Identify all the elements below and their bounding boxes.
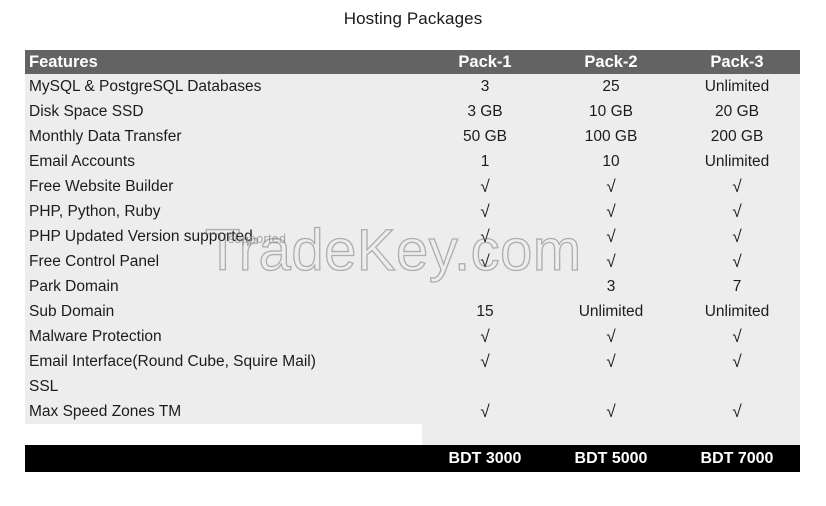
table-body: MySQL & PostgreSQL Databases 3 25 Unlimited… — [25, 74, 800, 445]
price-row: BDT 3000 BDT 5000 BDT 7000 — [25, 445, 800, 472]
feature-cell: Max Speed Zones TM — [25, 399, 422, 424]
value-cell-pack-2: √ — [548, 174, 674, 199]
value-cell-pack-1 — [422, 274, 548, 299]
value-cell-pack-3: Unlimited — [674, 74, 800, 99]
value-cell-pack-1: √ — [422, 199, 548, 224]
value-cell-pack-1: √ — [422, 249, 548, 274]
spacer-cell-pack-1 — [422, 424, 548, 445]
value-cell-pack-1: 3 GB — [422, 99, 548, 124]
value-cell-pack-3: √ — [674, 224, 800, 249]
column-header-pack-3: Pack-3 — [674, 50, 800, 74]
value-cell-pack-1: √ — [422, 349, 548, 374]
value-cell-pack-2: Unlimited — [548, 299, 674, 324]
feature-cell: Sub Domain — [25, 299, 422, 324]
feature-cell: Free Website Builder — [25, 174, 422, 199]
price-label-cell — [25, 445, 422, 472]
value-cell-pack-2: 3 — [548, 274, 674, 299]
spacer-cell-pack-2 — [548, 424, 674, 445]
feature-cell: Free Control Panel — [25, 249, 422, 274]
table-row: PHP Updated Version supported √ √ √ — [25, 224, 800, 249]
value-cell-pack-1: 50 GB — [422, 124, 548, 149]
feature-cell: SSL — [25, 374, 422, 399]
value-cell-pack-3: √ — [674, 349, 800, 374]
feature-cell: Malware Protection — [25, 324, 422, 349]
table-row: Email Interface(Round Cube, Squire Mail)… — [25, 349, 800, 374]
table-spacer-row — [25, 424, 800, 445]
page-root: Hosting Packages Features Pack-1 Pack-2 … — [0, 0, 826, 506]
value-cell-pack-2: √ — [548, 249, 674, 274]
value-cell-pack-1: 15 — [422, 299, 548, 324]
table-row: Email Accounts 1 10 Unlimited — [25, 149, 800, 174]
value-cell-pack-2 — [548, 374, 674, 399]
feature-cell: PHP Updated Version supported — [25, 224, 422, 249]
feature-cell: Email Interface(Round Cube, Squire Mail) — [25, 349, 422, 374]
table-row: PHP, Python, Ruby √ √ √ — [25, 199, 800, 224]
column-header-features: Features — [25, 50, 422, 74]
value-cell-pack-1: √ — [422, 324, 548, 349]
table-row: Park Domain 3 7 — [25, 274, 800, 299]
value-cell-pack-3: √ — [674, 249, 800, 274]
value-cell-pack-3: 7 — [674, 274, 800, 299]
feature-cell: Park Domain — [25, 274, 422, 299]
value-cell-pack-2: √ — [548, 199, 674, 224]
spacer-cell-feature — [25, 424, 422, 445]
value-cell-pack-1: √ — [422, 224, 548, 249]
value-cell-pack-3 — [674, 374, 800, 399]
value-cell-pack-3: √ — [674, 199, 800, 224]
price-pack-1: BDT 3000 — [422, 445, 548, 472]
page-title: Hosting Packages — [343, 9, 483, 28]
table-footer: BDT 3000 BDT 5000 BDT 7000 — [25, 445, 800, 472]
table-row: Max Speed Zones TM √ √ √ — [25, 399, 800, 424]
value-cell-pack-2: 25 — [548, 74, 674, 99]
table-header: Features Pack-1 Pack-2 Pack-3 — [25, 50, 800, 74]
table-header-row: Features Pack-1 Pack-2 Pack-3 — [25, 50, 800, 74]
value-cell-pack-1 — [422, 374, 548, 399]
value-cell-pack-2: √ — [548, 349, 674, 374]
table-row: Sub Domain 15 Unlimited Unlimited — [25, 299, 800, 324]
value-cell-pack-3: √ — [674, 174, 800, 199]
value-cell-pack-2: √ — [548, 399, 674, 424]
value-cell-pack-2: √ — [548, 224, 674, 249]
value-cell-pack-2: 10 — [548, 149, 674, 174]
value-cell-pack-2: 10 GB — [548, 99, 674, 124]
table-row: Free Website Builder √ √ √ — [25, 174, 800, 199]
value-cell-pack-3: Unlimited — [674, 149, 800, 174]
table-row: Malware Protection √ √ √ — [25, 324, 800, 349]
table-row: SSL — [25, 374, 800, 399]
value-cell-pack-1: 1 — [422, 149, 548, 174]
value-cell-pack-1: √ — [422, 399, 548, 424]
feature-cell: MySQL & PostgreSQL Databases — [25, 74, 422, 99]
value-cell-pack-1: 3 — [422, 74, 548, 99]
table-row: MySQL & PostgreSQL Databases 3 25 Unlimited — [25, 74, 800, 99]
feature-cell: Disk Space SSD — [25, 99, 422, 124]
value-cell-pack-2: 100 GB — [548, 124, 674, 149]
table-row: Disk Space SSD 3 GB 10 GB 20 GB — [25, 99, 800, 124]
value-cell-pack-3: 200 GB — [674, 124, 800, 149]
table-row: Monthly Data Transfer 50 GB 100 GB 200 GB — [25, 124, 800, 149]
value-cell-pack-3: √ — [674, 399, 800, 424]
feature-cell: Email Accounts — [25, 149, 422, 174]
table-row: Free Control Panel √ √ √ — [25, 249, 800, 274]
value-cell-pack-3: √ — [674, 324, 800, 349]
hosting-packages-table: Features Pack-1 Pack-2 Pack-3 MySQL & Po… — [25, 50, 800, 472]
price-pack-3: BDT 7000 — [674, 445, 800, 472]
feature-cell: Monthly Data Transfer — [25, 124, 422, 149]
spacer-cell-pack-3 — [674, 424, 800, 445]
value-cell-pack-1: √ — [422, 174, 548, 199]
value-cell-pack-3: 20 GB — [674, 99, 800, 124]
feature-cell: PHP, Python, Ruby — [25, 199, 422, 224]
pricing-table-container: Features Pack-1 Pack-2 Pack-3 MySQL & Po… — [25, 50, 800, 482]
price-pack-2: BDT 5000 — [548, 445, 674, 472]
value-cell-pack-3: Unlimited — [674, 299, 800, 324]
value-cell-pack-2: √ — [548, 324, 674, 349]
column-header-pack-1: Pack-1 — [422, 50, 548, 74]
column-header-pack-2: Pack-2 — [548, 50, 674, 74]
